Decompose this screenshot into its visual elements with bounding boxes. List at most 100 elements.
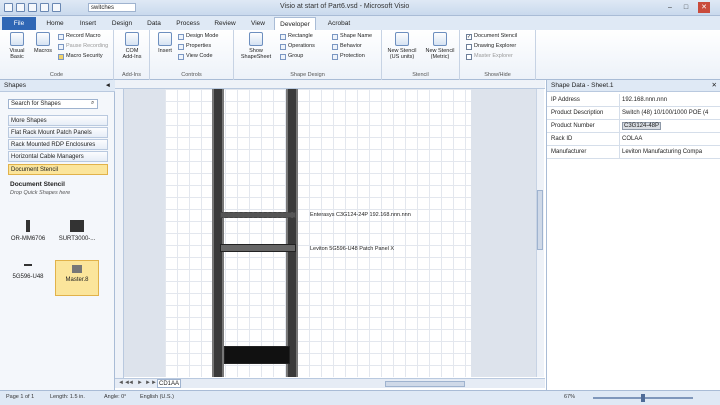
shapes-pane-title: Shapes xyxy=(4,82,27,89)
shape-design-group-label: Shape Design xyxy=(290,72,325,78)
protection-button[interactable]: Protection xyxy=(332,53,365,60)
close-icon[interactable]: ✕ xyxy=(712,80,717,92)
warning-icon xyxy=(58,53,64,60)
show-shapesheet-button[interactable]: Show ShapeSheet xyxy=(236,32,276,60)
tab-home[interactable]: Home xyxy=(40,17,70,30)
master-explorer-checkbox[interactable]: Master Explorer xyxy=(466,53,513,60)
ip-address-field[interactable]: 192.168.nnn.nnn xyxy=(619,94,719,106)
collapse-pane-icon[interactable]: ◄ xyxy=(105,80,111,92)
addins-group: COM Add-Ins Add-Ins xyxy=(114,30,150,80)
com-addins-button[interactable]: COM Add-Ins xyxy=(120,32,144,60)
macro-security-button[interactable]: Macro Security xyxy=(58,53,103,60)
language-status[interactable]: English (U.S.) xyxy=(140,394,174,400)
tab-process[interactable]: Process xyxy=(170,17,206,30)
master-surt3000[interactable]: SURT3000-... xyxy=(52,220,102,242)
properties-label: Properties xyxy=(186,43,212,49)
stencil-flat-rack-patch-panels[interactable]: Flat Rack Mount Patch Panels xyxy=(8,127,108,138)
switch-callout[interactable]: Enterasys C3G124-24P 192.168.nnn.nnn xyxy=(310,212,411,218)
stencil-rack-mounted-rdp-enclosures[interactable]: Rack Mounted RDP Enclosures xyxy=(8,139,108,150)
minimize-button[interactable]: – xyxy=(664,2,676,13)
behavior-button[interactable]: Behavior xyxy=(332,43,362,50)
search-icon[interactable]: ⌕ xyxy=(91,100,98,108)
horizontal-scroll-thumb[interactable] xyxy=(385,381,465,387)
master-thumbnail xyxy=(24,264,32,266)
tab-view[interactable]: View xyxy=(244,17,272,30)
filename-box[interactable]: switches xyxy=(88,3,136,12)
previous-page-icon[interactable]: ◄ xyxy=(128,380,134,386)
design-mode-button[interactable]: Design Mode xyxy=(178,33,218,40)
rack-patch-panel-unit[interactable] xyxy=(220,244,296,252)
shape-data-label: Manufacturer xyxy=(551,149,587,155)
tab-acrobat[interactable]: Acrobat xyxy=(320,17,358,30)
restore-button[interactable]: □ xyxy=(680,2,692,13)
shape-data-title: Shape Data - Sheet.1 xyxy=(551,82,614,89)
angle-status: Angle: 0° xyxy=(104,394,127,400)
master-label: OR-MM6706 xyxy=(10,236,46,242)
product-description-field[interactable]: Switch (48) 10/100/1000 POE (4 xyxy=(619,107,719,119)
tab-review[interactable]: Review xyxy=(208,17,242,30)
macros-button[interactable]: Macros xyxy=(32,32,54,54)
design-mode-label: Design Mode xyxy=(186,33,219,39)
insert-control-button[interactable]: Insert xyxy=(154,32,176,54)
macro-security-label: Macro Security xyxy=(66,53,103,59)
search-shapes-input[interactable]: Search for Shapes xyxy=(8,99,98,109)
record-macro-button[interactable]: Record Macro xyxy=(58,33,101,40)
zoom-level[interactable]: 67% xyxy=(564,394,575,400)
undo-icon[interactable] xyxy=(28,3,37,12)
code-group-label: Code xyxy=(49,72,64,78)
stencil-document-stencil[interactable]: Document Stencil xyxy=(8,164,108,175)
rack-switch-unit[interactable] xyxy=(220,212,296,218)
new-stencil-us-button[interactable]: New Stencil (US units) xyxy=(384,32,420,60)
save-icon[interactable] xyxy=(16,3,25,12)
last-page-icon[interactable]: ►► xyxy=(145,380,157,386)
new-stencil-us-label: New Stencil (US units) xyxy=(387,48,417,60)
zoom-slider-handle[interactable] xyxy=(641,394,645,402)
shape-data-label: IP Address xyxy=(551,97,580,103)
manufacturer-field[interactable]: Leviton Manufacturing Compa xyxy=(619,146,719,158)
shape-name-button[interactable]: Shape Name xyxy=(332,33,372,40)
com-addins-icon xyxy=(125,32,139,46)
rack-id-field[interactable]: COLAA xyxy=(619,133,719,145)
code-group: Visual Basic Macros Record Macro Pause R… xyxy=(0,30,114,80)
new-stencil-metric-icon xyxy=(433,32,447,46)
drawing-explorer-label: Drawing Explorer xyxy=(474,43,517,49)
tab-design[interactable]: Design xyxy=(106,17,138,30)
tab-data[interactable]: Data xyxy=(140,17,168,30)
tab-insert[interactable]: Insert xyxy=(72,17,104,30)
tab-developer[interactable]: Developer xyxy=(274,17,316,30)
shape-data-row: Manufacturer Leviton Manufacturing Compa xyxy=(547,146,720,159)
rack-ups-unit[interactable] xyxy=(224,346,290,364)
close-button[interactable]: ✕ xyxy=(698,2,710,13)
new-stencil-metric-button[interactable]: New Stencil (Metric) xyxy=(422,32,458,60)
master-master8[interactable]: Master.8 xyxy=(55,260,99,296)
group-button[interactable]: Group xyxy=(280,53,303,60)
document-stencil-checkbox[interactable]: ✓ Document Stencil xyxy=(466,33,517,40)
master-or-mm6706[interactable]: OR-MM6706 xyxy=(6,220,50,242)
rack-left-rail[interactable] xyxy=(212,89,224,377)
vertical-scroll-thumb[interactable] xyxy=(537,190,543,250)
redo-icon[interactable] xyxy=(40,3,49,12)
view-code-button[interactable]: View Code xyxy=(178,53,213,60)
visual-basic-button[interactable]: Visual Basic xyxy=(4,32,30,60)
checkbox-checked-icon: ✓ xyxy=(466,33,472,40)
page-number-status[interactable]: Page 1 of 1 xyxy=(6,394,34,400)
stencil-more-shapes[interactable]: More Shapes xyxy=(8,115,108,126)
stencil-horizontal-cable-managers[interactable]: Horizontal Cable Managers xyxy=(8,151,108,162)
operations-button[interactable]: Operations xyxy=(280,43,315,50)
tab-file[interactable]: File xyxy=(2,17,36,30)
tab-page-cd1aa[interactable]: CD1AA xyxy=(157,379,181,388)
operations-label: Operations xyxy=(288,43,315,49)
properties-button[interactable]: Properties xyxy=(178,43,211,50)
pause-recording-button[interactable]: Pause Recording xyxy=(58,43,108,50)
customize-icon[interactable] xyxy=(52,3,61,12)
next-page-icon[interactable]: ► xyxy=(137,380,143,386)
patch-panel-callout[interactable]: Leviton 5G596-U48 Patch Panel X xyxy=(310,246,394,252)
drawing-explorer-checkbox[interactable]: Drawing Explorer xyxy=(466,43,516,50)
product-number-field[interactable]: C3G124-48P xyxy=(619,120,719,132)
drop-quick-shapes-hint: Drop Quick Shapes here xyxy=(10,190,71,196)
pause-icon xyxy=(58,43,64,50)
drawing-page[interactable] xyxy=(165,89,471,377)
rectangle-button[interactable]: Rectangle xyxy=(280,33,313,40)
rack-right-rail[interactable] xyxy=(286,89,298,377)
master-5g596-u48[interactable]: 5G596-U48 xyxy=(6,264,50,280)
